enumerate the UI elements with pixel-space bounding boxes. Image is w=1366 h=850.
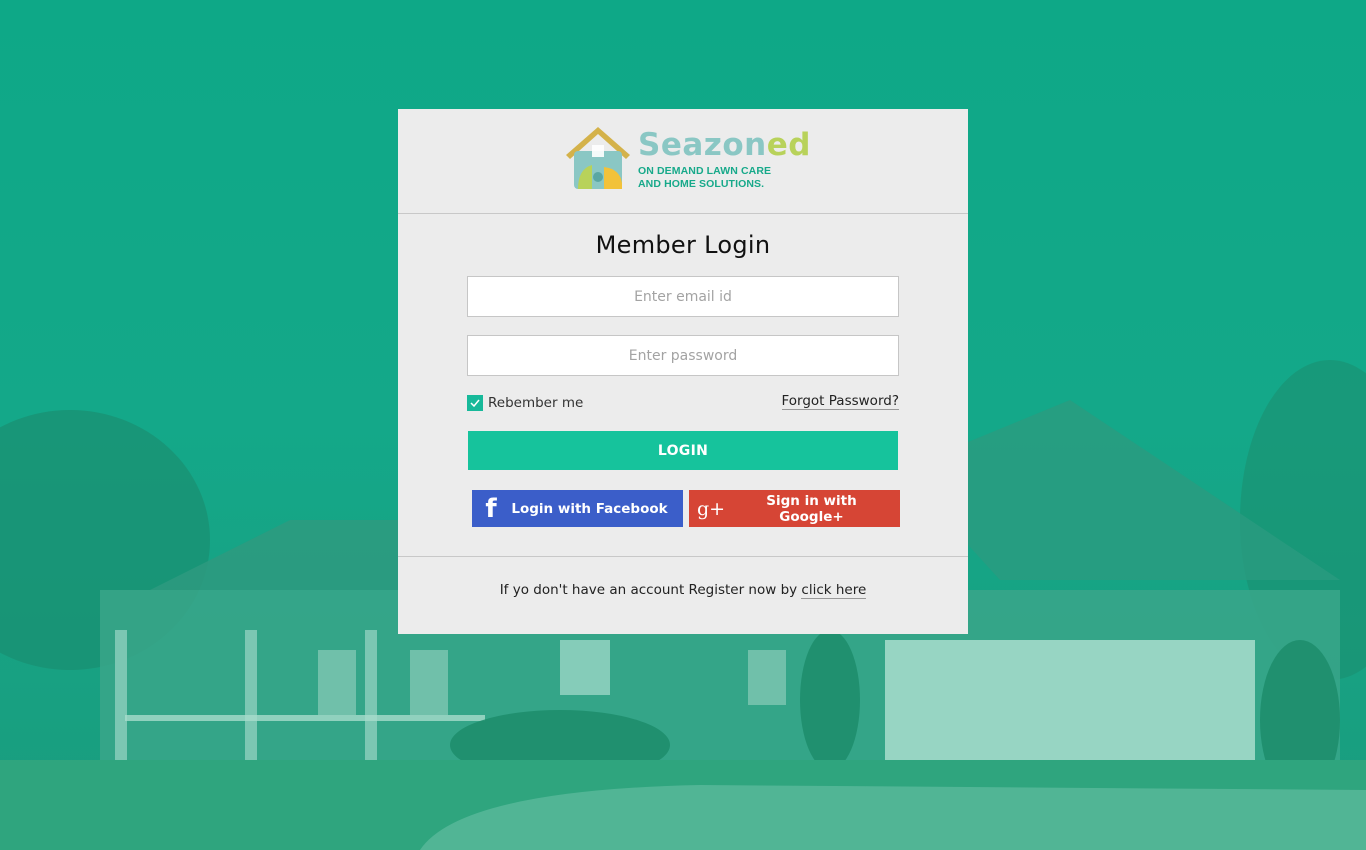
logo-text: Seazoned ON DEMAND LAWN CARE AND HOME SO… xyxy=(638,125,811,191)
password-input[interactable] xyxy=(467,335,899,376)
remember-me-checkbox[interactable]: Rebember me xyxy=(467,395,583,411)
house-logo-icon xyxy=(566,127,630,189)
login-card: Seazoned ON DEMAND LAWN CARE AND HOME SO… xyxy=(398,109,968,634)
remember-me-label: Rebember me xyxy=(488,395,584,411)
login-button[interactable]: LOGIN xyxy=(468,431,898,470)
google-plus-icon: g+ xyxy=(696,497,726,520)
card-header: Seazoned ON DEMAND LAWN CARE AND HOME SO… xyxy=(398,109,968,214)
facebook-login-label: Login with Facebook xyxy=(511,500,668,517)
forgot-password-link[interactable]: Forgot Password? xyxy=(781,393,899,410)
register-link[interactable]: click here xyxy=(801,582,867,599)
brand-tagline-2: AND HOME SOLUTIONS. xyxy=(638,178,765,190)
google-login-label: Sign in with Google+ xyxy=(766,492,857,525)
brand-logo: Seazoned ON DEMAND LAWN CARE AND HOME SO… xyxy=(564,125,810,193)
checkmark-icon[interactable] xyxy=(467,395,483,411)
email-input[interactable] xyxy=(467,276,899,317)
register-text: If yo don't have an account Register now… xyxy=(499,582,802,598)
divider xyxy=(398,556,968,557)
brand-tagline-1: ON DEMAND LAWN CARE xyxy=(638,165,772,177)
register-prompt: If yo don't have an account Register now… xyxy=(398,582,968,599)
google-login-button[interactable]: g+ Sign in with Google+ xyxy=(689,490,900,527)
brand-name: Seazoned xyxy=(638,127,811,163)
facebook-icon: f xyxy=(485,493,497,524)
page-title: Member Login xyxy=(595,231,771,259)
facebook-login-button[interactable]: f Login with Facebook xyxy=(472,490,683,527)
